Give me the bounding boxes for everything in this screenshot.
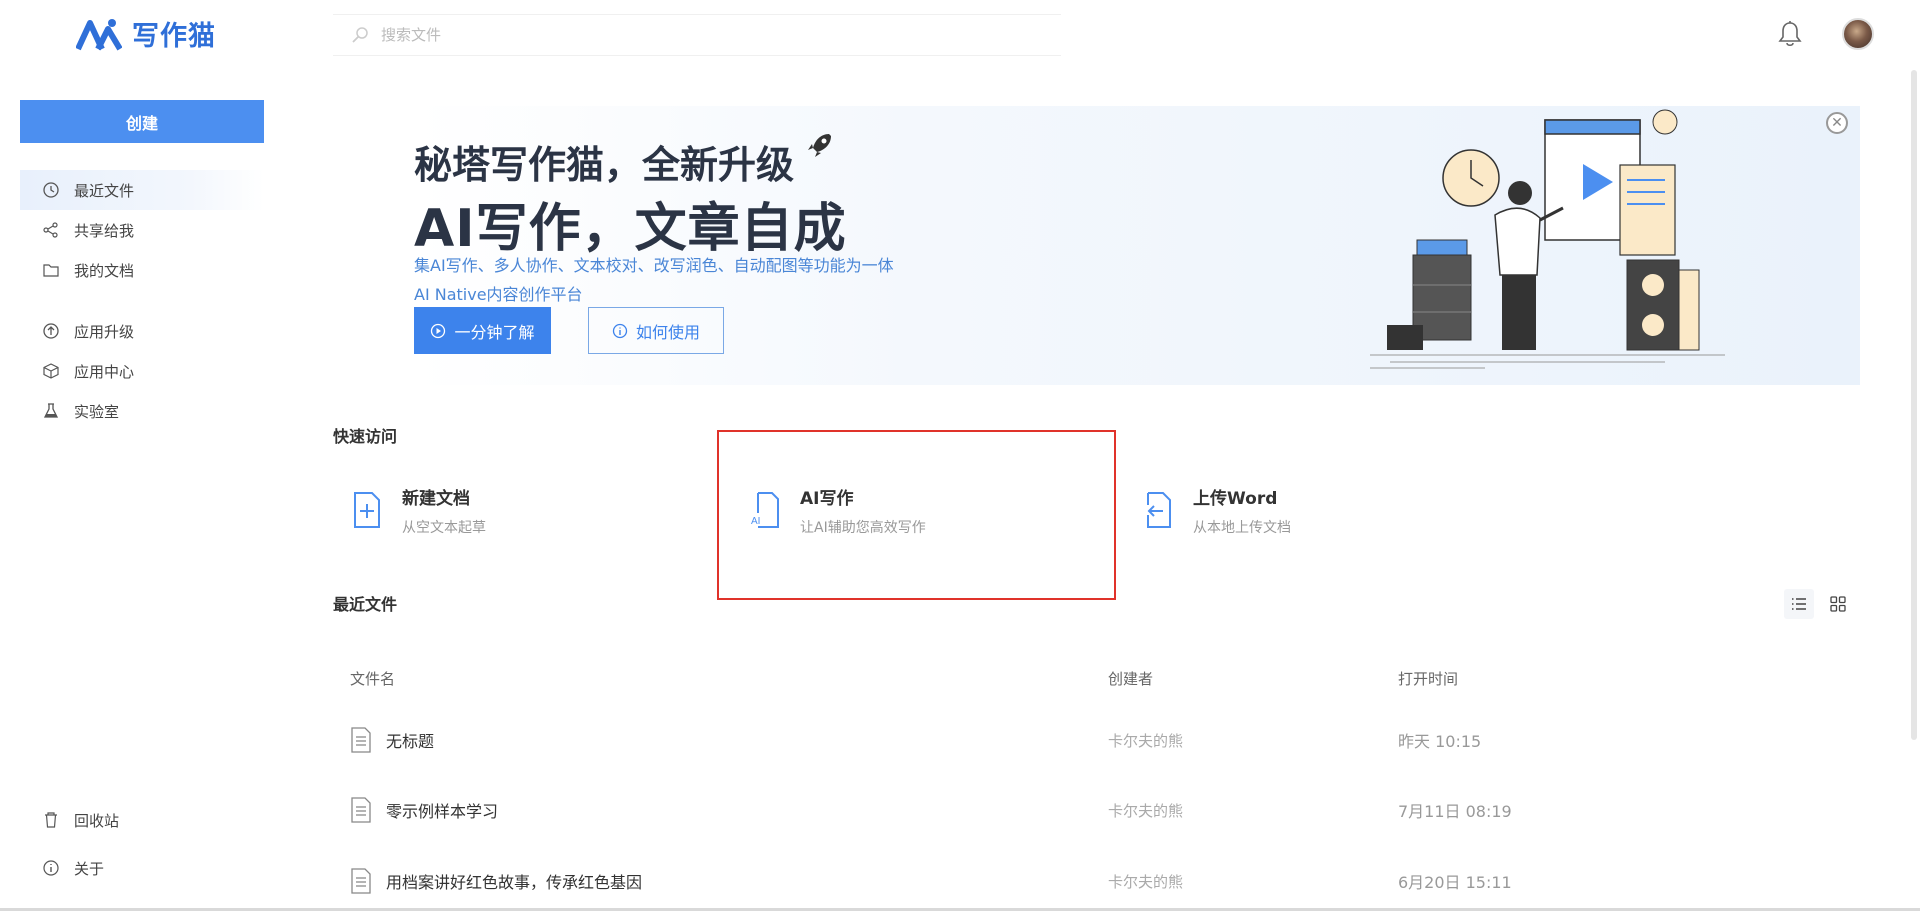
ai-doc-icon: AI [751,492,779,528]
info-icon [612,323,628,338]
sidebar-item-about[interactable]: 关于 [20,844,264,892]
recent-files-title: 最近文件 [333,595,398,614]
sidebar-item-my-docs[interactable]: 我的文档 [20,250,264,290]
upgrade-icon [43,323,59,339]
table-row[interactable]: 零示例样本学习 卡尔夫的熊 7月11日 08:19 [350,790,1850,830]
sidebar: 写作猫 创建 最近文件 共享给我 我的文档 应用升级 应用中心 实验室 回收站 … [0,0,300,911]
sidebar-item-shared[interactable]: 共享给我 [20,210,264,250]
nav-primary: 最近文件 共享给我 我的文档 [20,170,264,290]
grid-view-icon [1830,596,1846,612]
file-name: 零示例样本学习 [386,802,499,821]
learn-in-a-minute-button[interactable]: 一分钟了解 [414,307,551,354]
banner-tagline: AI Native内容创作平台 [414,285,583,304]
share-icon [43,222,58,238]
list-view-icon [1792,598,1806,610]
nav-secondary: 应用升级 应用中心 实验室 [20,311,264,431]
page-scrollbar[interactable] [1911,70,1917,740]
info-icon [43,860,59,876]
file-open-time: 6月20日 15:11 [1398,873,1512,892]
sidebar-item-label: 应用中心 [74,362,135,381]
document-icon [351,797,371,823]
trash-icon [45,812,57,828]
learn-button-label: 一分钟了解 [454,322,535,342]
folder-icon [43,264,59,277]
sidebar-item-recent[interactable]: 最近文件 [20,170,264,210]
how-to-use-label: 如何使用 [635,322,700,342]
notification-bell-icon[interactable] [1777,20,1803,48]
sidebar-item-label: 回收站 [74,811,120,830]
file-name: 无标题 [386,732,435,751]
file-name-cell: 零示例样本学习 [350,797,498,823]
file-creator: 卡尔夫的熊 [1108,872,1184,891]
logo-mark-icon [76,18,122,51]
column-header-name[interactable]: 文件名 [350,668,395,689]
file-creator: 卡尔夫的熊 [1108,731,1184,750]
sidebar-item-label: 实验室 [74,402,120,421]
table-row[interactable]: 无标题 卡尔夫的熊 昨天 10:15 [350,720,1850,760]
nav-bottom: 回收站 关于 [20,796,264,892]
flask-icon [43,403,59,418]
sidebar-item-label: 关于 [74,859,105,878]
banner-headline: AI写作，文章自成 [414,199,847,259]
table-row[interactable]: 用档案讲好红色故事，传承红色基因 卡尔夫的熊 6月20日 15:11 [350,861,1850,901]
create-button[interactable]: 创建 [20,100,264,143]
quick-access-subtitle: 从本地上传文档 [1193,519,1291,536]
file-open-time: 昨天 10:15 [1398,732,1482,751]
banner-illustration [1370,109,1725,369]
banner-close-button[interactable]: ✕ [1826,112,1848,134]
search-icon [352,27,368,43]
new-doc-icon [354,492,380,528]
user-avatar[interactable] [1842,18,1874,50]
app-logo[interactable]: 写作猫 [76,14,216,53]
document-icon [351,868,371,894]
sidebar-item-trash[interactable]: 回收站 [20,796,264,844]
quick-access-title: 快速访问 [333,427,398,446]
banner-description: 集AI写作、多人协作、文本校对、改写润色、自动配图等功能为一体 [414,256,894,275]
cube-icon [43,363,59,379]
sidebar-item-label: 我的文档 [74,261,135,280]
banner-title: 秘塔写作猫，全新升级 [414,143,795,187]
file-name: 用档案讲好红色故事，传承红色基因 [386,873,643,892]
sidebar-item-app-center[interactable]: 应用中心 [20,351,264,391]
file-name-cell: 用档案讲好红色故事，传承红色基因 [350,868,642,894]
quick-access-upload-word[interactable]: 上传Word 从本地上传文档 [1143,470,1291,550]
recent-files-table-header: 文件名 创建者 打开时间 [350,668,1850,688]
sidebar-item-label: 共享给我 [74,221,135,240]
rocket-icon [808,134,831,157]
file-creator: 卡尔夫的熊 [1108,801,1184,820]
upload-doc-icon [1147,492,1171,528]
column-header-creator[interactable]: 创建者 [1108,668,1153,689]
list-view-toggle[interactable] [1784,589,1814,619]
svg-text:AI: AI [751,516,760,527]
quick-access-name: 上传Word [1193,488,1278,509]
file-name-cell: 无标题 [350,727,434,753]
how-to-use-button[interactable]: 如何使用 [588,307,724,354]
file-open-time: 7月11日 08:19 [1398,802,1512,821]
sidebar-item-label: 应用升级 [74,322,135,341]
app-name: 写作猫 [132,21,216,52]
quick-access-name: 新建文档 [402,488,470,509]
quick-access-subtitle: 从空文本起草 [402,519,486,536]
column-header-time[interactable]: 打开时间 [1398,668,1458,689]
quick-access-ai-writing[interactable]: AI AI写作 让AI辅助您高效写作 [750,470,926,550]
quick-access-name: AI写作 [800,488,854,509]
sidebar-item-upgrade[interactable]: 应用升级 [20,311,264,351]
search-bar [333,14,1061,56]
sidebar-item-lab[interactable]: 实验室 [20,391,264,431]
quick-access-subtitle: 让AI辅助您高效写作 [800,519,926,536]
clock-icon [43,182,59,198]
sidebar-item-label: 最近文件 [74,181,135,200]
play-circle-icon [431,323,446,338]
grid-view-toggle[interactable] [1823,589,1853,619]
quick-access-new-doc[interactable]: 新建文档 从空文本起草 [352,470,486,550]
document-icon [351,727,371,753]
search-input[interactable] [381,26,981,44]
